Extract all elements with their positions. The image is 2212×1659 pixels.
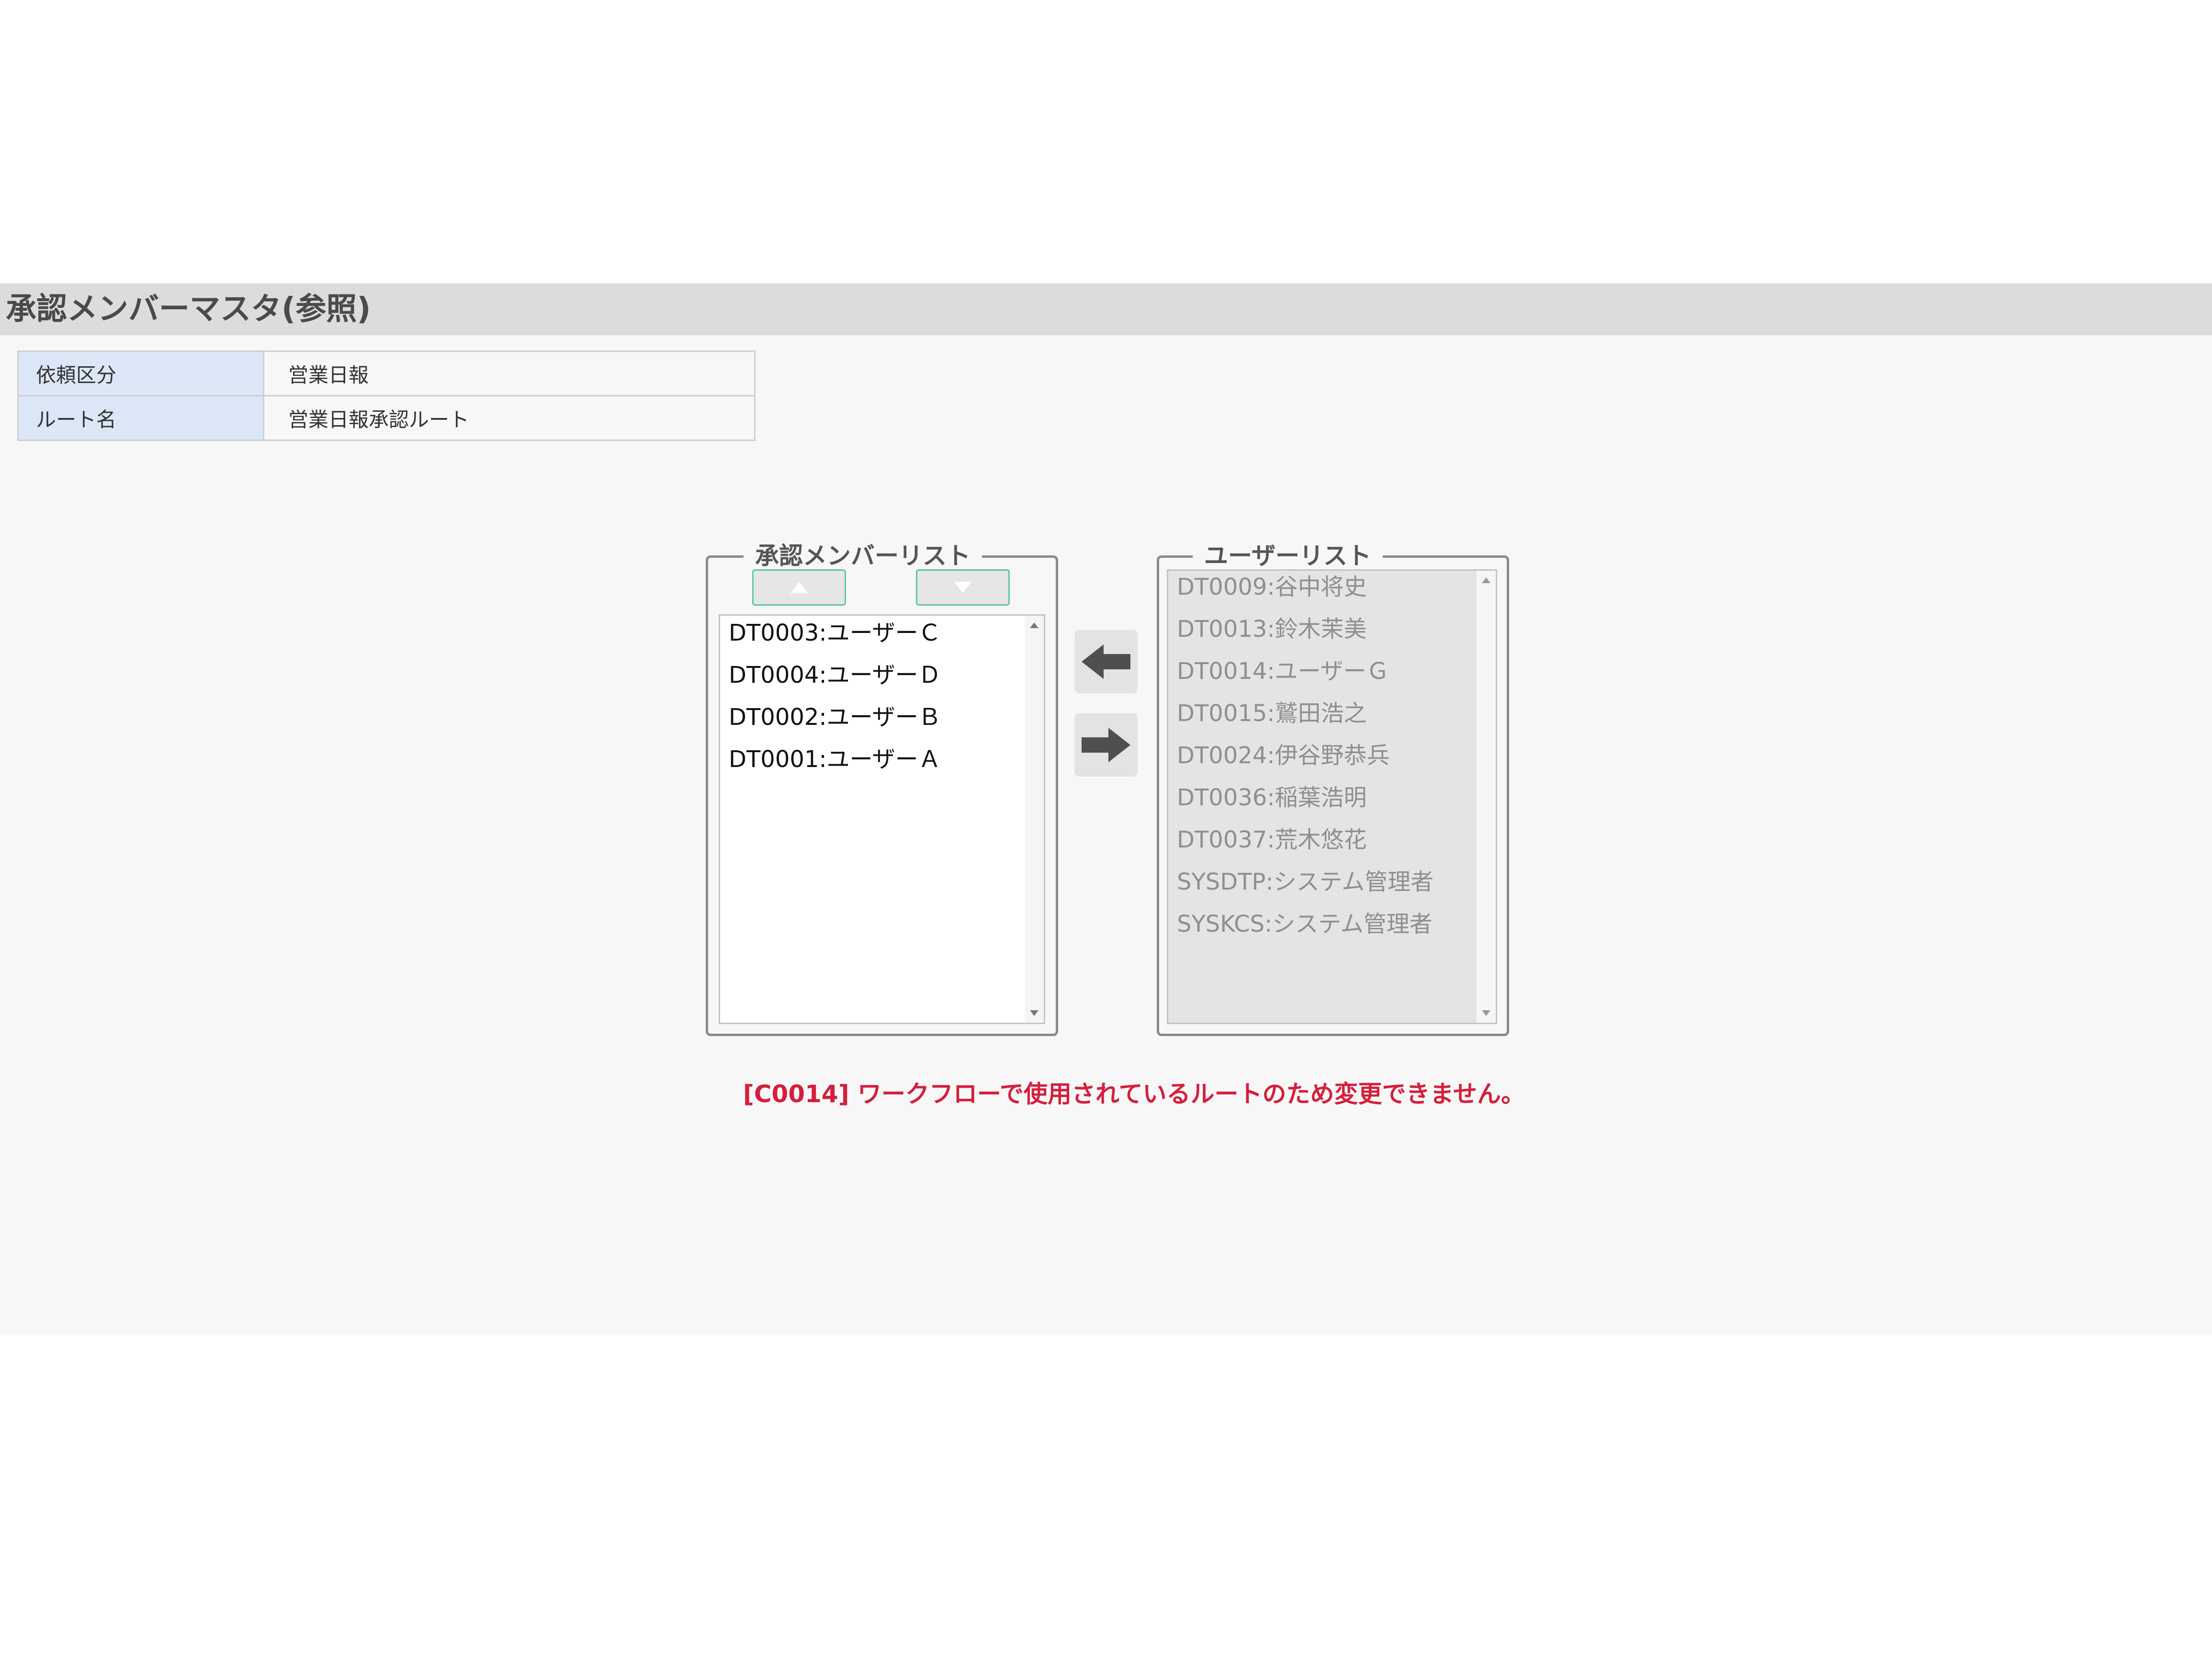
request-type-value: 営業日報 — [263, 350, 756, 396]
triangle-down-icon — [954, 582, 971, 593]
list-item: DT0015:鷲田浩之 — [1177, 700, 1367, 727]
scroll-down-arrow-icon — [1477, 1004, 1496, 1023]
approval-member-fieldset: 承認メンバーリスト DT0003:ユーザーＣ DT0004:ユーザーＤ DT00… — [706, 541, 1058, 1036]
list-item: SYSDTP:システム管理者 — [1177, 869, 1434, 895]
request-type-label: 依頼区分 — [17, 350, 264, 396]
scroll-up-arrow-icon — [1477, 571, 1496, 590]
scroll-down-arrow-icon[interactable] — [1025, 1004, 1044, 1023]
error-message: [C0014] ワークフローで使用されているルートのため変更できません。 — [743, 1080, 1525, 1108]
scrollbar — [1477, 571, 1496, 1023]
title-bar: 承認メンバーマスタ(参照) — [0, 283, 2212, 335]
move-up-button[interactable] — [752, 569, 846, 606]
approval-member-listbox[interactable]: DT0003:ユーザーＣ DT0004:ユーザーＤ DT0002:ユーザーＢ D… — [719, 614, 1045, 1024]
remove-member-button[interactable] — [1074, 713, 1138, 777]
approval-member-legend: 承認メンバーリスト — [744, 541, 982, 571]
user-list-legend: ユーザーリスト — [1193, 541, 1383, 571]
list-item: DT0009:谷中将史 — [1177, 574, 1367, 600]
list-item: DT0024:伊谷野恭兵 — [1177, 742, 1390, 769]
list-item: DT0014:ユーザーＧ — [1177, 658, 1389, 685]
move-down-button[interactable] — [916, 569, 1010, 606]
route-info-table: 依頼区分 営業日報 ルート名 営業日報承認ルート — [17, 350, 756, 441]
list-item: DT0036:稲葉浩明 — [1177, 784, 1367, 811]
list-item[interactable]: DT0002:ユーザーＢ — [729, 703, 941, 732]
route-name-label: ルート名 — [17, 395, 264, 441]
list-item: DT0013:鈴木茉美 — [1177, 616, 1367, 643]
table-row: ルート名 営業日報承認ルート — [17, 395, 756, 441]
user-list-fieldset: ユーザーリスト DT0009:谷中将史 DT0013:鈴木茉美 DT0014:ユ… — [1157, 541, 1509, 1036]
scrollbar[interactable] — [1025, 616, 1044, 1023]
page-title: 承認メンバーマスタ(参照) — [6, 292, 371, 327]
arrow-right-icon — [1082, 728, 1130, 762]
add-member-button[interactable] — [1074, 630, 1138, 693]
approval-member-master-panel: 承認メンバーマスタ(参照) 依頼区分 営業日報 ルート名 営業日報承認ルート 承… — [0, 283, 2212, 1334]
arrow-left-icon — [1082, 644, 1130, 679]
table-row: 依頼区分 営業日報 — [17, 350, 756, 396]
list-item[interactable]: DT0001:ユーザーＡ — [729, 745, 941, 774]
triangle-up-icon — [790, 582, 808, 593]
list-item: SYSKCS:システム管理者 — [1177, 911, 1433, 937]
user-listbox: DT0009:谷中将史 DT0013:鈴木茉美 DT0014:ユーザーＧ DT0… — [1167, 569, 1497, 1024]
list-item: DT0037:荒木悠花 — [1177, 826, 1367, 853]
list-item[interactable]: DT0003:ユーザーＣ — [729, 619, 941, 647]
list-item[interactable]: DT0004:ユーザーＤ — [729, 661, 941, 689]
scroll-up-arrow-icon[interactable] — [1025, 616, 1044, 635]
route-name-value: 営業日報承認ルート — [263, 395, 756, 441]
